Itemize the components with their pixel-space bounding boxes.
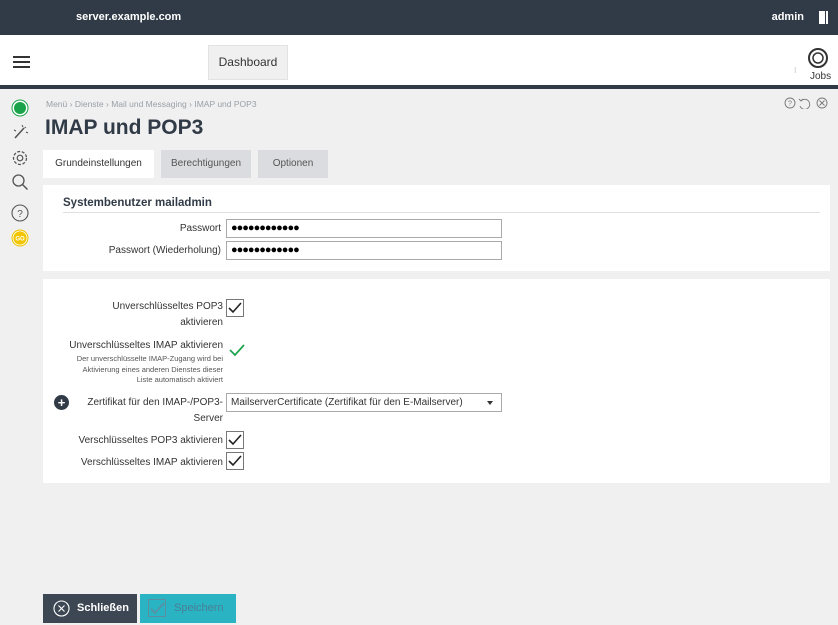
breadcrumb[interactable]: Menü › Dienste › Mail und Messaging › IM…: [46, 99, 257, 109]
jobs-label[interactable]: Jobs: [810, 71, 831, 82]
section-divider: [63, 212, 820, 213]
pop3-plain-checkbox[interactable]: [226, 299, 244, 317]
close-button[interactable]: Schließen: [43, 594, 137, 623]
imap-plain-label: Unverschlüsseltes IMAP aktivieren: [69, 340, 223, 351]
logout-icon[interactable]: [819, 11, 828, 24]
search-icon[interactable]: [11, 173, 29, 191]
imap-plain-checkmark-icon: [229, 344, 245, 357]
save-button-label: Speichern: [174, 602, 224, 614]
tab-optionen[interactable]: Optionen: [258, 150, 328, 178]
page-title: IMAP und POP3: [45, 116, 204, 139]
password-repeat-label: Passwort (Wiederholung): [108, 245, 221, 256]
checkmark-icon: [228, 302, 242, 314]
left-rail: ? GO: [0, 93, 38, 625]
save-button[interactable]: Speichern: [140, 594, 236, 623]
close-circle-icon: [53, 600, 70, 617]
pop3-plain-label: Unverschlüsseltes POP3 aktivieren: [112, 301, 223, 328]
imap-ssl-checkbox[interactable]: [226, 452, 244, 470]
password-repeat-field[interactable]: ●●●●●●●●●●●●: [226, 241, 502, 260]
go-icon[interactable]: GO: [11, 229, 29, 247]
tab-dashboard[interactable]: Dashboard: [208, 45, 288, 80]
section-title: Systembenutzer mailadmin: [63, 197, 212, 209]
close-button-label: Schließen: [77, 602, 129, 614]
app-header: Dashboard ⁝ Jobs: [0, 35, 838, 89]
pop3-ssl-checkbox[interactable]: [226, 431, 244, 449]
svg-text:?: ?: [17, 209, 23, 220]
imap-ssl-label: Verschlüsseltes IMAP aktivieren: [80, 457, 223, 468]
certificate-select[interactable]: MailserverCertificate (Zertifikat für de…: [226, 393, 502, 412]
user-menu[interactable]: admin: [772, 11, 804, 23]
refresh-icon[interactable]: [798, 98, 811, 109]
svg-text:?: ?: [788, 101, 792, 108]
close-icon[interactable]: [816, 97, 828, 109]
server-hostname: server.example.com: [76, 11, 182, 23]
password-field[interactable]: ●●●●●●●●●●●●: [226, 219, 502, 238]
checkmark-icon: [228, 434, 242, 446]
status-icon[interactable]: [11, 99, 29, 117]
certificate-label: Zertifikat für den IMAP-/POP3-Server: [87, 397, 223, 424]
wizard-icon[interactable]: [11, 123, 29, 141]
top-bar: server.example.com admin: [0, 0, 838, 35]
menu-icon[interactable]: [13, 56, 30, 69]
chevron-down-icon: [487, 401, 493, 405]
service-settings-panel: Unverschlüsseltes POP3 aktivieren Unvers…: [43, 279, 830, 483]
add-certificate-icon[interactable]: +: [54, 395, 69, 410]
tab-berechtigungen[interactable]: Berechtigungen: [161, 150, 251, 178]
pop3-ssl-label: Verschlüsseltes POP3 aktivieren: [78, 435, 223, 446]
checkmark-icon: [228, 455, 242, 467]
imap-plain-hint: Der unverschlüsselte IMAP-Zugang wird be…: [76, 354, 223, 384]
help-icon[interactable]: ?: [11, 204, 29, 222]
jobs-separator: ⁝: [794, 66, 797, 75]
settings-icon[interactable]: [11, 149, 29, 167]
save-checkbox-icon: [148, 599, 166, 617]
tab-grundeinstellungen[interactable]: Grundeinstellungen: [43, 150, 154, 178]
svg-text:GO: GO: [15, 237, 25, 243]
system-user-panel: Systembenutzer mailadmin Passwort ●●●●●●…: [43, 185, 830, 271]
window-controls: ?: [784, 97, 828, 109]
help-icon[interactable]: ?: [784, 97, 796, 109]
jobs-icon[interactable]: [807, 47, 829, 69]
certificate-select-value: MailserverCertificate (Zertifikat für de…: [231, 397, 463, 408]
password-label: Passwort: [179, 223, 221, 234]
